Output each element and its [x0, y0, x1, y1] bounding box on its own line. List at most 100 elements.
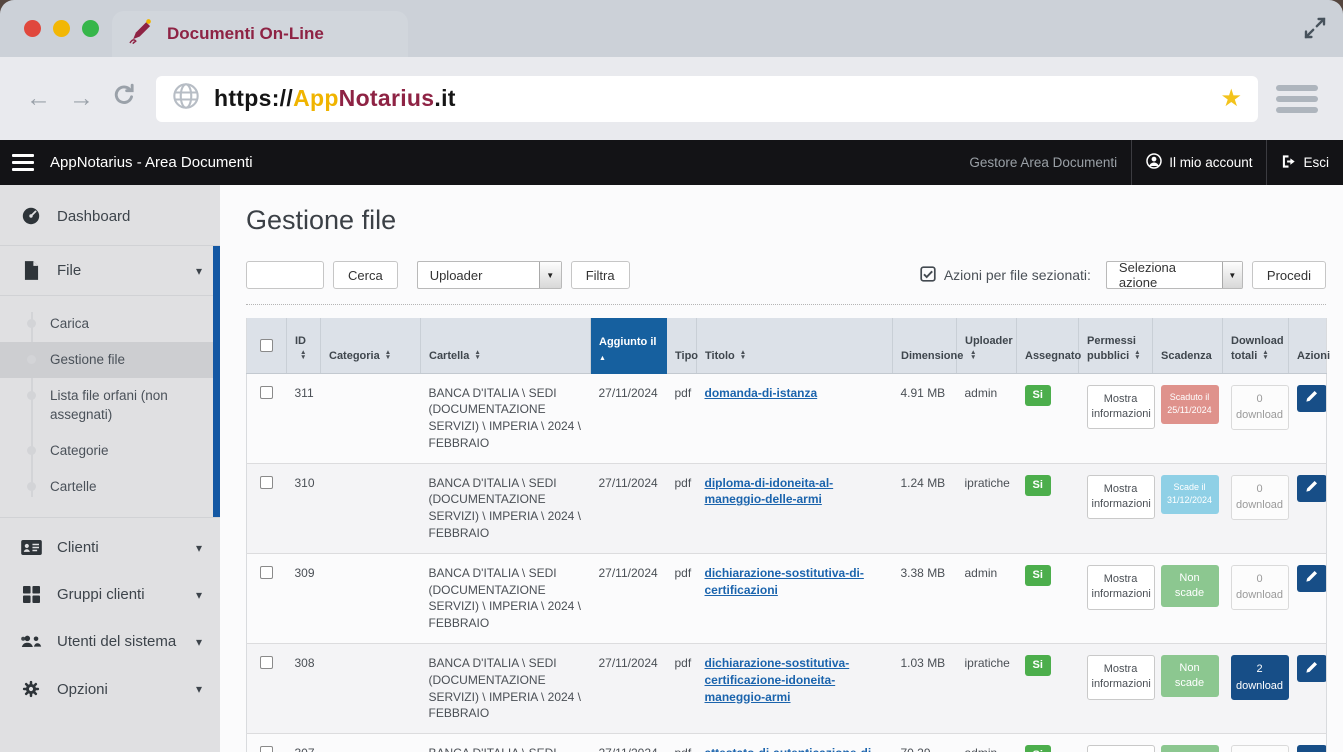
fullscreen-icon[interactable] [1303, 16, 1327, 45]
select-all-checkbox[interactable] [260, 339, 273, 352]
column-header[interactable]: Scadenza [1153, 318, 1223, 373]
column-header[interactable]: Categoria ▲▼ [321, 318, 421, 373]
show-permissions-button[interactable]: Mostra informazioni [1087, 565, 1155, 610]
file-date: 27/11/2024 [591, 373, 667, 463]
sidebar-subitem-gestione-file[interactable]: Gestione file [0, 342, 220, 378]
reload-button[interactable] [112, 83, 136, 114]
column-label: Categoria [329, 350, 380, 362]
column-header[interactable]: Download totali▲▼ [1223, 318, 1289, 373]
column-header[interactable]: Azioni [1289, 318, 1327, 373]
main-content: Gestione file Cerca Uploader ▼ Filtra [220, 185, 1343, 752]
download-count-button[interactable]: 0download [1231, 565, 1289, 610]
edit-button[interactable] [1297, 565, 1327, 592]
file-id: 310 [287, 463, 321, 553]
file-category [321, 734, 421, 752]
column-header[interactable]: Titolo▲▼ [697, 318, 893, 373]
file-title-link[interactable]: domanda-di-istanza [705, 386, 818, 400]
row-checkbox[interactable] [260, 746, 273, 752]
sidebar-subitem-lista-file-orfani[interactable]: Lista file orfani (non assegnati) [0, 378, 220, 432]
forward-button[interactable]: → [69, 84, 94, 113]
edit-button[interactable] [1297, 475, 1327, 502]
show-permissions-button[interactable]: Mostra informazioni [1087, 745, 1155, 752]
column-header[interactable]: Uploader ▲▼ [957, 318, 1017, 373]
row-checkbox[interactable] [260, 656, 273, 669]
uploader-select[interactable]: Uploader ▼ [417, 261, 562, 289]
file-size: 3.38 MB [893, 553, 957, 643]
zoom-window-button[interactable] [82, 20, 99, 37]
column-header[interactable]: ID▲▼ [287, 318, 321, 373]
column-header[interactable]: Dimensione [893, 318, 957, 373]
logout-menu-item[interactable]: Esci [1267, 140, 1343, 185]
edit-button[interactable] [1297, 655, 1327, 682]
file-date: 27/11/2024 [591, 463, 667, 553]
sidebar-subitem-categorie[interactable]: Categorie [0, 433, 220, 469]
bookmark-star-icon[interactable]: ★ [1220, 87, 1242, 111]
column-header[interactable]: Cartella▲▼ [421, 318, 591, 373]
chevron-down-icon: ▼ [539, 262, 561, 288]
file-category [321, 553, 421, 643]
table-row: 307 BANCA D'ITALIA \ SEDI (DOCUMENTAZION… [247, 734, 1327, 752]
search-button[interactable]: Cerca [333, 261, 398, 289]
column-label: Download totali [1231, 335, 1284, 362]
sort-icon[interactable]: ▲▼ [740, 350, 746, 360]
sidebar-item-label: Opzioni [57, 681, 108, 698]
show-permissions-button[interactable]: Mostra informazioni [1087, 655, 1155, 700]
sort-icon[interactable]: ▲▼ [1134, 350, 1140, 360]
browser-tab[interactable]: Documenti On-Line [112, 11, 408, 57]
download-count-button[interactable]: 0download [1231, 475, 1289, 520]
file-title-link[interactable]: dichiarazione-sostitutiva-certificazione… [705, 656, 850, 704]
sidebar-item-utenti-del-sistema[interactable]: Utenti del sistema ▾ [0, 618, 220, 665]
sidebar-item-gruppi-clienti[interactable]: Gruppi clienti ▾ [0, 571, 220, 618]
column-header[interactable]: Aggiunto il▲ [591, 318, 667, 373]
back-button[interactable]: ← [26, 84, 51, 113]
url-bar[interactable]: https://AppNotarius.it ★ [156, 76, 1258, 122]
file-table: ID▲▼Categoria▲▼Cartella▲▼Aggiunto il▲Tip… [246, 318, 1327, 752]
row-checkbox[interactable] [260, 386, 273, 399]
sort-icon[interactable]: ▲▼ [474, 350, 480, 360]
file-table-body: 311 BANCA D'ITALIA \ SEDI (DOCUMENTAZION… [247, 373, 1327, 752]
search-input[interactable] [246, 261, 324, 289]
column-header[interactable]: Assegnato [1017, 318, 1079, 373]
row-checkbox[interactable] [260, 476, 273, 489]
sidebar-item-opzioni[interactable]: Opzioni ▾ [0, 665, 220, 713]
file-title-link[interactable]: diploma-di-idoneita-al-maneggio-delle-ar… [705, 476, 834, 507]
proceed-button[interactable]: Procedi [1252, 261, 1326, 289]
sidebar-item-clienti[interactable]: Clienti ▾ [0, 524, 220, 571]
column-header[interactable]: Tipo [667, 318, 697, 373]
row-checkbox[interactable] [260, 566, 273, 579]
file-category [321, 644, 421, 734]
sort-icon[interactable]: ▲▼ [970, 350, 976, 360]
column-header[interactable] [247, 318, 287, 373]
file-title-link[interactable]: dichiarazione-sostitutiva-di-certificazi… [705, 566, 864, 597]
column-label: Uploader [965, 335, 1013, 347]
show-permissions-button[interactable]: Mostra informazioni [1087, 475, 1155, 520]
column-header[interactable]: Permessi pubblici▲▼ [1079, 318, 1153, 373]
edit-button[interactable] [1297, 745, 1327, 752]
download-count-button[interactable]: 2download [1231, 655, 1289, 700]
download-count-button[interactable]: 0download [1231, 385, 1289, 430]
sort-icon[interactable]: ▲▼ [300, 350, 306, 360]
filter-button[interactable]: Filtra [571, 261, 630, 289]
window-controls[interactable] [24, 20, 99, 37]
file-title-link[interactable]: attestato-di-autenticazione-di-fotografi… [705, 746, 876, 752]
file-id: 307 [287, 734, 321, 752]
minimize-window-button[interactable] [53, 20, 70, 37]
download-label: download [1236, 589, 1283, 601]
sort-icon[interactable]: ▲▼ [385, 350, 391, 360]
sidebar-item-file[interactable]: File ▾ [0, 246, 220, 296]
sidebar-subitem-carica[interactable]: Carica [0, 306, 220, 342]
account-menu-item[interactable]: Il mio account [1132, 140, 1266, 185]
column-label: Aggiunto il [599, 336, 656, 348]
show-permissions-button[interactable]: Mostra informazioni [1087, 385, 1155, 430]
sidebar-item-dashboard[interactable]: Dashboard [0, 191, 220, 241]
download-count-button[interactable]: 0download [1231, 745, 1289, 752]
sort-icon[interactable]: ▲▼ [1262, 350, 1268, 360]
sidebar-toggle-icon[interactable] [12, 154, 34, 171]
pencil-icon [1305, 570, 1318, 586]
close-window-button[interactable] [24, 20, 41, 37]
bulk-action-select[interactable]: Seleziona azione ▼ [1106, 261, 1243, 289]
sidebar-subitem-cartelle[interactable]: Cartelle [0, 469, 220, 505]
browser-menu-icon[interactable] [1276, 85, 1318, 113]
file-folder: BANCA D'ITALIA \ SEDI (DOCUMENTAZIONE SE… [421, 463, 591, 553]
edit-button[interactable] [1297, 385, 1327, 412]
